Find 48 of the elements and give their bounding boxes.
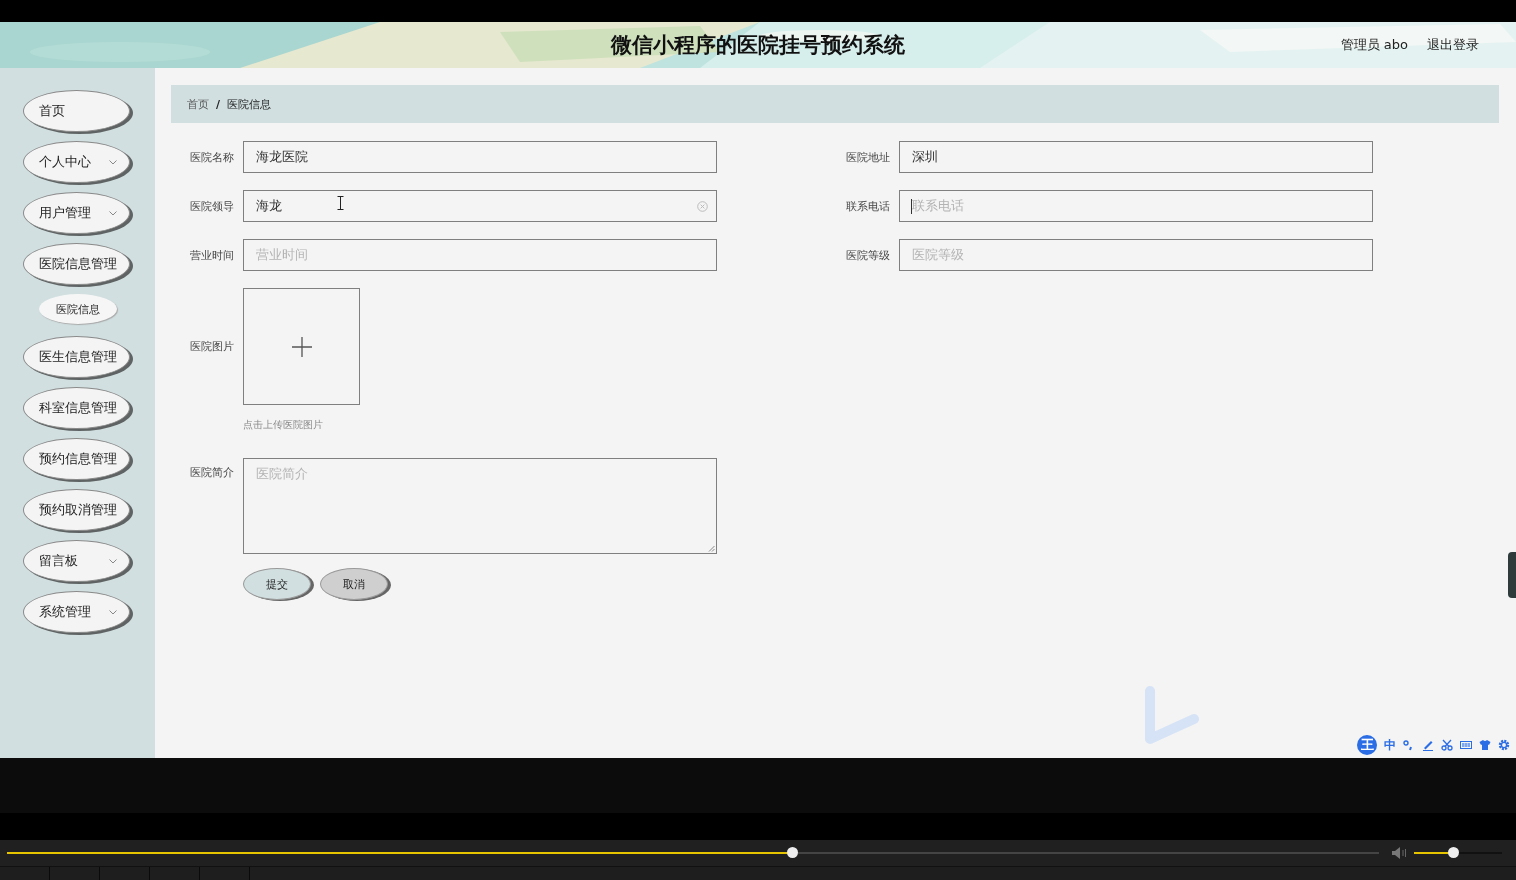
- ime-logo[interactable]: 王: [1357, 735, 1377, 755]
- slider-thumb[interactable]: [786, 847, 798, 858]
- field-label: 医院图片: [189, 339, 234, 354]
- side-handle[interactable]: [1508, 552, 1516, 598]
- ime-mode[interactable]: 中: [1384, 736, 1396, 754]
- input-field[interactable]: 海龙: [243, 190, 717, 222]
- shirt-icon[interactable]: [1479, 739, 1491, 751]
- menu-item[interactable]: 系统管理: [23, 591, 130, 633]
- breadcrumb-link[interactable]: 医院信息: [227, 96, 272, 112]
- menu-item[interactable]: 科室信息管理: [23, 387, 130, 429]
- field-label: 联系电话: [845, 199, 890, 214]
- logout-link[interactable]: 退出登录: [1427, 36, 1479, 54]
- menu-item[interactable]: 预约信息管理: [23, 438, 130, 480]
- menu-item[interactable]: 预约取消管理: [23, 489, 130, 531]
- punctuation-icon[interactable]: [1403, 739, 1415, 751]
- upload-box[interactable]: [243, 288, 360, 405]
- text-cursor-icon: [337, 196, 344, 210]
- menu-item[interactable]: 用户管理: [23, 192, 130, 234]
- app-title: 微信小程序的医院挂号预约系统: [611, 32, 905, 59]
- field-label: 医院领导: [189, 199, 234, 214]
- field-label: 医院名称: [189, 150, 234, 165]
- breadcrumb-link[interactable]: 首页: [187, 96, 209, 112]
- menu-item[interactable]: 留言板: [23, 540, 130, 582]
- field-label: 医院地址: [845, 150, 890, 165]
- volume-icon[interactable]: [1392, 847, 1407, 859]
- settings-icon[interactable]: [1498, 739, 1510, 751]
- scissors-icon[interactable]: [1441, 739, 1453, 751]
- field-label: 医院简介: [189, 465, 234, 480]
- chevron-logo-icon: [1144, 685, 1200, 747]
- resize-grip-icon[interactable]: [708, 545, 715, 552]
- cancel-button[interactable]: 取消: [320, 568, 388, 600]
- menu-item[interactable]: 医生信息管理: [23, 336, 130, 378]
- slider-thumb[interactable]: [1447, 847, 1459, 858]
- pen-icon[interactable]: [1422, 739, 1434, 751]
- breadcrumb-separator: /: [216, 97, 221, 111]
- menu-item[interactable]: 首页: [23, 90, 130, 132]
- input-field[interactable]: 海龙医院: [243, 141, 717, 173]
- keyboard-icon[interactable]: [1460, 739, 1472, 751]
- menu-item[interactable]: 个人中心: [23, 141, 130, 183]
- field-label: 营业时间: [189, 248, 234, 263]
- upload-hint: 点击上传医院图片: [243, 419, 324, 432]
- menu-item[interactable]: 医院信息管理: [23, 243, 130, 285]
- user-name: 管理员 abo: [1340, 36, 1408, 54]
- submenu-item[interactable]: 医院信息: [39, 294, 117, 324]
- submit-button[interactable]: 提交: [243, 568, 311, 600]
- field-label: 医院等级: [845, 248, 890, 263]
- input-field[interactable]: 深圳: [899, 141, 1373, 173]
- plus-icon: [291, 336, 312, 357]
